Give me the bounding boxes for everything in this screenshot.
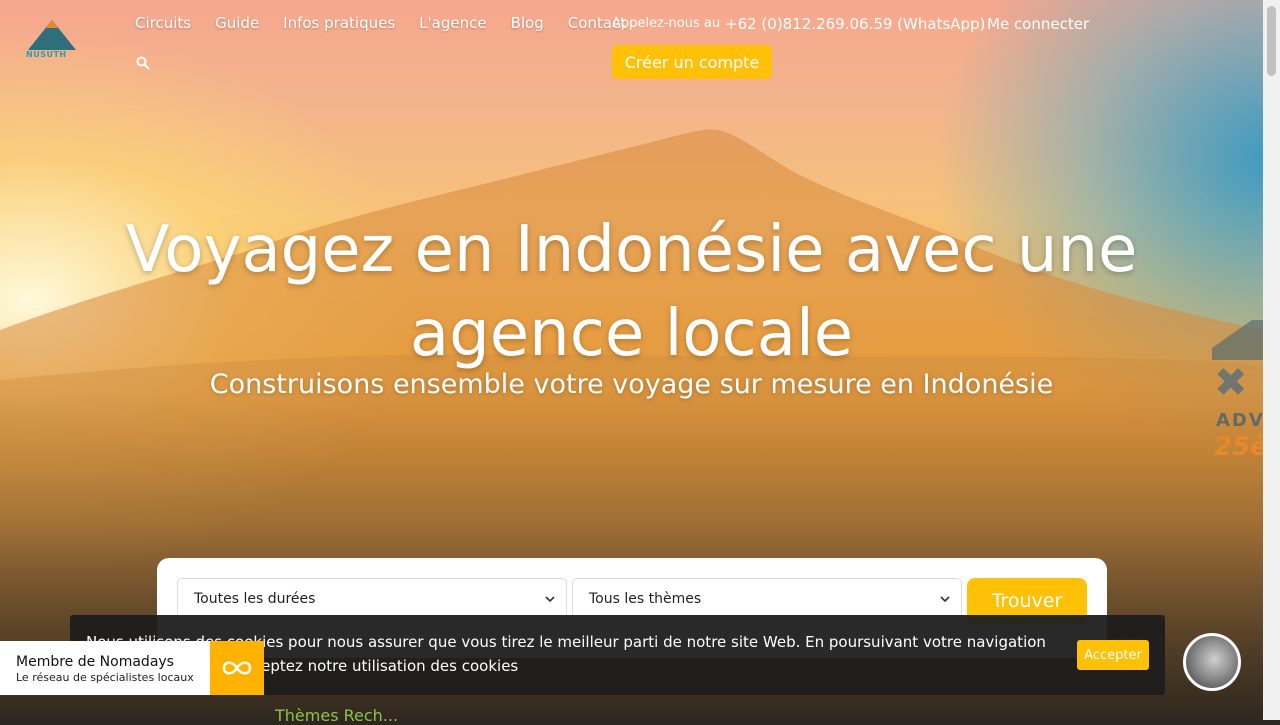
main-nav: Circuits Guide Infos pratiques L'agence … [135, 14, 626, 32]
create-account-button[interactable]: Créer un compte [612, 45, 772, 79]
hero-title: Voyagez en Indonésie avec une agence loc… [125, 213, 1138, 371]
logo-mountain-icon [28, 20, 76, 50]
theme-select[interactable]: Tous les thèmes [572, 578, 962, 620]
accept-cookies-button[interactable]: Accepter [1077, 640, 1149, 670]
badge-roof-icon [1212, 320, 1263, 360]
search-icon[interactable] [136, 55, 152, 71]
nav-item-agence[interactable]: L'agence [419, 14, 486, 32]
nav-item-guide[interactable]: Guide [215, 14, 259, 32]
nomadays-label-box: Membre de Nomadays Le réseau de spéciali… [0, 641, 210, 695]
anniversary-badge: ✖ ADV 25è [1212, 320, 1263, 470]
badge-mark-icon: ✖ [1214, 360, 1248, 406]
nomadays-subtitle: Le réseau de spécialistes locaux [16, 671, 194, 684]
chevron-down-icon [940, 596, 950, 603]
badge-years: 25è [1214, 432, 1263, 462]
call-label: Appelez-nous au [612, 16, 721, 31]
logo-text: NUSUTH [26, 50, 67, 59]
chat-avatar[interactable] [1183, 633, 1241, 691]
page-scrollbar[interactable] [1263, 0, 1280, 720]
hero-subtitle: Construisons ensemble votre voyage sur m… [209, 369, 1054, 400]
nomadays-title: Membre de Nomadays [16, 654, 174, 670]
nav-item-blog[interactable]: Blog [511, 14, 544, 32]
infinity-icon [210, 641, 264, 695]
phone-link[interactable]: +62 (0)812.269.06.59 (WhatsApp) [725, 15, 985, 33]
nav-item-circuits[interactable]: Circuits [135, 14, 191, 32]
nav-item-infos-pratiques[interactable]: Infos pratiques [283, 14, 395, 32]
nomadays-badge[interactable]: Membre de Nomadays Le réseau de spéciali… [0, 641, 264, 695]
theme-select-value: Tous les thèmes [589, 591, 702, 607]
duration-select-value: Toutes les durées [194, 591, 316, 607]
chevron-down-icon [545, 596, 555, 603]
site-logo[interactable]: NUSUTH [24, 14, 84, 68]
scrollbar-thumb[interactable] [1267, 6, 1276, 76]
duration-select[interactable]: Toutes les durées [177, 578, 567, 620]
badge-text: ADV [1216, 410, 1263, 431]
login-link[interactable]: Me connecter [987, 15, 1089, 33]
below-fold-text: Thèmes Rech... [275, 706, 399, 725]
